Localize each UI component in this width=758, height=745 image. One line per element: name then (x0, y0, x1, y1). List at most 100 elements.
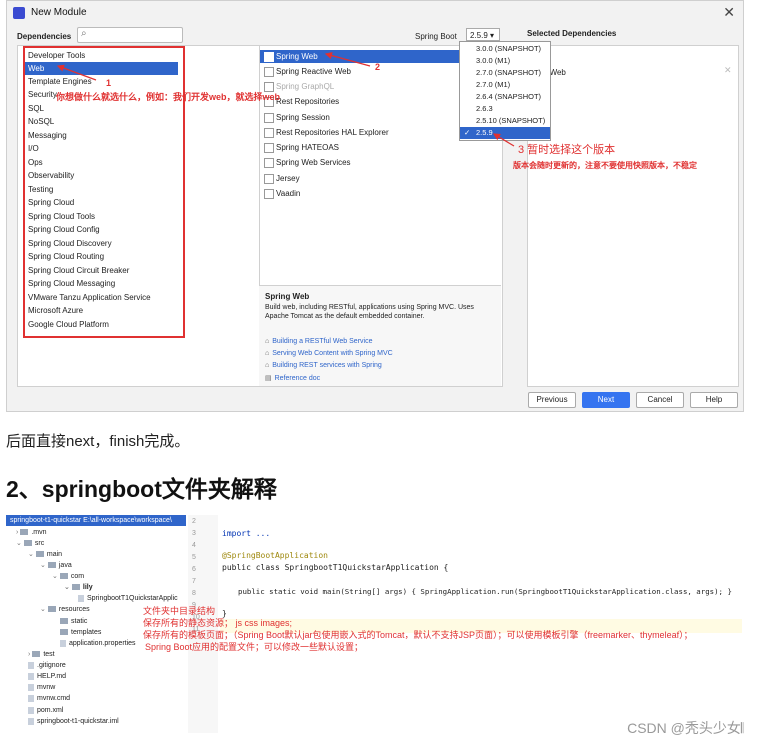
tree-node-file[interactable]: mvnw (28, 682, 55, 693)
tree-node-file[interactable]: mvnw.cmd (28, 693, 70, 704)
node-label: .mvn (31, 529, 47, 536)
checkbox[interactable] (264, 67, 274, 77)
folder-icon (47, 562, 56, 569)
file-icon (28, 683, 34, 691)
chevron-down-icon: ⌄ (40, 562, 46, 569)
version-option[interactable]: 2.6.3 (460, 103, 550, 115)
dependency-item[interactable]: Spring Web Services (260, 156, 502, 169)
guide-link[interactable]: ⌂ Serving Web Content with Spring MVC (265, 350, 393, 357)
checkbox[interactable] (264, 174, 274, 184)
checkbox[interactable] (264, 158, 274, 168)
folder-icon (59, 573, 68, 580)
tree-node-file[interactable]: application.properties (60, 638, 136, 649)
code-import[interactable]: import ... (222, 529, 270, 538)
node-label: static (71, 618, 88, 625)
node-label: HELP.md (37, 673, 67, 680)
reference-link[interactable]: ▤ Reference doc (265, 374, 320, 382)
selected-dependencies-label: Selected Dependencies (527, 29, 617, 38)
tree-node-folder[interactable]: › test (28, 649, 55, 660)
checkbox[interactable] (264, 128, 274, 138)
version-option[interactable]: 2.5.10 (SNAPSHOT) (460, 115, 550, 127)
tree-node-file[interactable]: HELP.md (28, 671, 66, 682)
spring-boot-version-value: 2.5.9 (470, 31, 488, 40)
tree-node-file[interactable]: pom.xml (28, 705, 63, 716)
remove-icon[interactable]: ✕ (724, 65, 732, 76)
tree-node-folder[interactable]: ⌄ main (28, 549, 62, 560)
cancel-button[interactable]: Cancel (636, 392, 684, 408)
checkbox[interactable] (264, 113, 274, 123)
tree-node-folder[interactable]: ⌄ java (40, 560, 72, 571)
annotation-number-2: 2 (375, 62, 381, 72)
dependency-label: Spring GraphQL (276, 82, 335, 91)
tree-node-folder[interactable]: ⌄ lily (64, 582, 93, 593)
node-label: lily (82, 584, 93, 591)
next-button[interactable]: Next (582, 392, 630, 408)
java-class-icon (78, 594, 84, 602)
dependency-label: Spring Web (276, 52, 318, 61)
node-label: .gitignore (37, 662, 66, 669)
guide-link[interactable]: ⌂ Building a RESTful Web Service (265, 338, 372, 345)
home-icon: ⌂ (265, 350, 270, 357)
code-annotation[interactable]: @SpringBootApplication (222, 551, 328, 560)
note-properties: Spring Boot应用的配置文件；可以修改一些默认设置； (145, 642, 364, 652)
markdown-file-icon (28, 672, 34, 680)
dependency-label: Spring HATEOAS (276, 143, 339, 152)
line-number: 4 (192, 542, 196, 549)
chevron-right-icon: › (16, 529, 19, 536)
dependency-label: Vaadin (276, 189, 301, 198)
link-label: Reference doc (274, 375, 321, 382)
checkbox-checked[interactable] (264, 52, 274, 62)
dependency-description: Spring Web Build web, including RESTful,… (259, 285, 501, 386)
guide-link[interactable]: ⌂ Building REST services with Spring (265, 362, 382, 369)
dependency-item[interactable]: Jersey (260, 172, 502, 185)
description-title: Spring Web (265, 292, 310, 301)
version-dropdown: 3.0.0 (SNAPSHOT) 3.0.0 (M1) 2.7.0 (SNAPS… (459, 41, 551, 141)
tree-node-folder[interactable]: ⌄ resources (40, 604, 90, 615)
code-class-declaration[interactable]: public class SpringbootT1QuickstarApplic… (222, 563, 448, 572)
tree-node-folder[interactable]: ⌄ src (16, 538, 44, 549)
chevron-down-icon: ⌄ (52, 573, 58, 580)
folder-icon (60, 618, 68, 625)
dependency-item[interactable]: Spring HATEOAS (260, 141, 502, 154)
tree-node-file[interactable]: SpringbootT1QuickstarApplic (78, 593, 178, 604)
spring-boot-version-select[interactable]: 2.5.9 ▾ (466, 28, 500, 41)
dependency-label: Spring Reactive Web (276, 67, 351, 76)
chevron-down-icon: ▾ (490, 31, 495, 40)
section-heading: 2、springboot文件夹解释 (6, 476, 277, 502)
tree-node-file[interactable]: springboot-t1-quickstar.iml (28, 716, 119, 727)
line-number: 8 (192, 590, 196, 597)
version-option[interactable]: 3.0.0 (SNAPSHOT) (460, 43, 550, 55)
annotation-note-web: 你想做什么就选什么，例如：我们开发web，就选择web (56, 92, 281, 102)
node-label: test (43, 651, 55, 658)
home-icon: ⌂ (265, 338, 270, 345)
node-label: src (34, 540, 45, 547)
checkbox[interactable] (264, 143, 274, 153)
close-icon[interactable]: ✕ (723, 4, 735, 21)
code-main-method[interactable]: public static void main(String[] args) {… (238, 587, 732, 596)
body-paragraph: 后面直接next，finish完成。 (6, 433, 190, 450)
version-option[interactable]: 2.7.0 (SNAPSHOT) (460, 67, 550, 79)
search-input[interactable]: ⌕ (77, 27, 183, 43)
title-bar: New Module ✕ (7, 1, 743, 25)
version-option[interactable]: 2.7.0 (M1) (460, 79, 550, 91)
node-label: SpringbootT1QuickstarApplic (87, 595, 178, 602)
dependency-item[interactable]: Vaadin (260, 187, 502, 200)
version-option-selected[interactable]: ✓ 2.5.9 (460, 127, 550, 139)
tree-node-folder[interactable]: static (60, 616, 87, 627)
checkbox[interactable] (264, 189, 274, 199)
tree-node-folder[interactable]: ⌄ com (52, 571, 84, 582)
tree-node-folder[interactable]: › .mvn (16, 527, 47, 538)
version-label: 2.5.9 (476, 128, 493, 137)
selected-dependencies-panel: ring Web ✕ (527, 45, 739, 387)
file-icon (28, 694, 34, 702)
tree-node-folder[interactable]: templates (60, 627, 101, 638)
link-label: Building REST services with Spring (272, 362, 382, 369)
project-root-node[interactable]: springboot-t1-quickstar E:\all-workspace… (6, 515, 186, 526)
version-option[interactable]: 3.0.0 (M1) (460, 55, 550, 67)
description-body: Build web, including RESTful, applicatio… (265, 304, 474, 320)
previous-button[interactable]: Previous (528, 392, 576, 408)
help-button[interactable]: Help (690, 392, 738, 408)
link-label: Serving Web Content with Spring MVC (272, 350, 393, 357)
tree-node-file[interactable]: .gitignore (28, 660, 66, 671)
version-option[interactable]: 2.6.4 (SNAPSHOT) (460, 91, 550, 103)
